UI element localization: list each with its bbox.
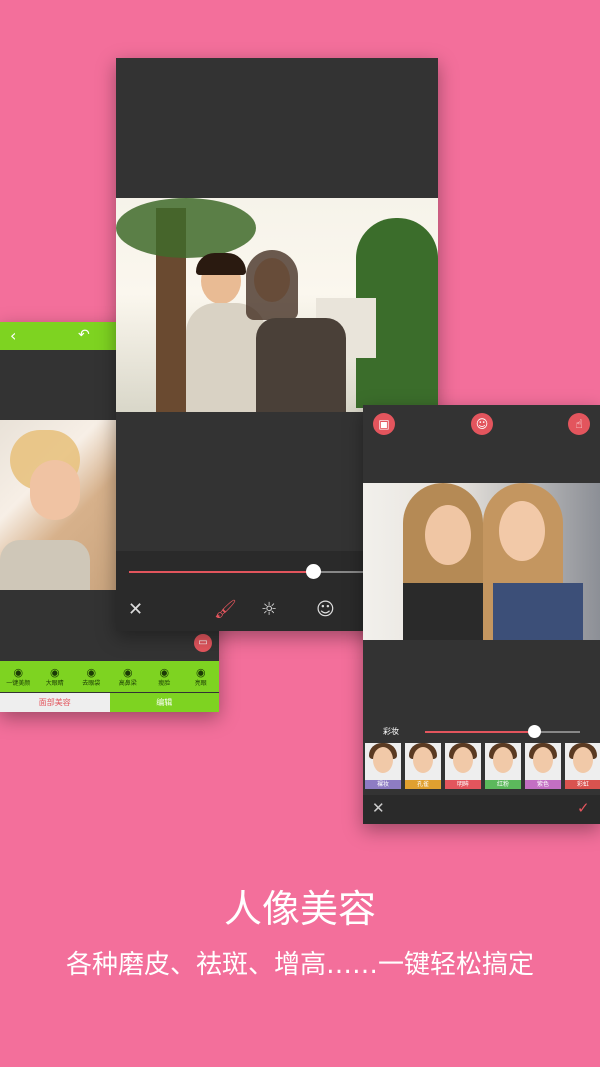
shirt-shape	[0, 540, 90, 590]
girl1-top	[403, 583, 483, 640]
subline: 各种磨皮、祛斑、增高……一键轻松搞定	[65, 950, 534, 980]
left-tool-label: 一键美颜	[6, 679, 31, 687]
center-photo	[116, 198, 438, 412]
face-icon: ◉	[13, 665, 24, 679]
makeup-thumbnail[interactable]: 孔雀	[405, 743, 441, 789]
left-tool-1[interactable]: ◉ 大眼睛	[37, 661, 74, 692]
left-tab-bar: 面部美容 编辑	[0, 693, 219, 712]
makeup-thumbnail-label: 明眸	[445, 780, 481, 789]
makeup-thumbnail-label: 裸妆	[365, 780, 401, 789]
left-tool-5[interactable]: ◉ 亮眼	[183, 661, 220, 692]
right-photo	[363, 483, 600, 640]
left-tool-label: 大眼睛	[45, 679, 64, 687]
face-slim-icon: ◉	[159, 665, 170, 679]
compare-icon[interactable]: ▭	[194, 634, 212, 652]
face-shape	[30, 460, 80, 520]
touch-icon[interactable]: ☝	[568, 413, 590, 435]
center-slider-fill	[129, 571, 313, 573]
makeup-thumbnail-label: 红粉	[485, 780, 521, 789]
center-slider-knob[interactable]	[306, 564, 321, 579]
eye-bright-icon: ◉	[195, 665, 206, 679]
makeup-thumbnail[interactable]: 裸妆	[365, 743, 401, 789]
right-slider-knob[interactable]	[528, 725, 541, 738]
left-tool-3[interactable]: ◉ 高鼻梁	[110, 661, 147, 692]
close-icon[interactable]: ✕	[128, 599, 143, 620]
makeup-thumbnail[interactable]: 彩虹	[565, 743, 600, 789]
woman-hair	[246, 250, 298, 320]
left-tool-row: ◉ 一键美颜 ◉ 大眼睛 ◉ 去眼袋 ◉ 高鼻梁 ◉ 瘦脸 ◉ 亮眼	[0, 661, 219, 692]
woman-top	[256, 318, 346, 412]
right-bottom-bar: ✕ ✓	[363, 795, 600, 824]
makeup-thumbnail[interactable]: 红粉	[485, 743, 521, 789]
girl2-shirt	[493, 583, 583, 640]
makeup-thumbnail-label: 紫色	[525, 780, 561, 789]
thumb-face	[453, 747, 473, 773]
eye-icon: ◉	[86, 665, 97, 679]
palm-leaves	[116, 198, 256, 258]
photo-check-icon[interactable]: ▣	[373, 413, 395, 435]
back-icon[interactable]: ‹	[10, 326, 16, 345]
makeup-thumbnail[interactable]: 明眸	[445, 743, 481, 789]
thumb-face	[493, 747, 513, 773]
thumb-face	[413, 747, 433, 773]
makeup-slider-label: 彩妆	[383, 727, 399, 736]
left-photo	[0, 420, 116, 590]
right-slider-fill	[425, 731, 534, 733]
man-hair	[196, 253, 246, 275]
eye-icon: ◉	[49, 665, 60, 679]
thumb-face	[373, 747, 393, 773]
confirm-icon[interactable]: ✓	[577, 799, 590, 817]
right-phone-screen: ▣ ☺ ☝ 彩妆 裸妆 孔雀 明眸 红粉 紫色 彩虹 ✕ ✓	[363, 405, 600, 824]
left-tab-1[interactable]: 编辑	[109, 693, 219, 712]
left-tool-label: 亮眼	[194, 679, 207, 687]
undo-icon[interactable]: ↶	[78, 327, 90, 343]
brush-icon[interactable]: 🖌	[214, 599, 237, 620]
thumb-face	[573, 747, 593, 773]
makeup-thumbnail[interactable]: 紫色	[525, 743, 561, 789]
headline: 人像美容	[223, 887, 376, 931]
brightness-icon[interactable]: ☼	[261, 599, 277, 620]
left-tool-2[interactable]: ◉ 去眼袋	[73, 661, 110, 692]
nose-icon: ◉	[122, 665, 133, 679]
thumb-face	[533, 747, 553, 773]
left-tab-0[interactable]: 面部美容	[0, 693, 110, 712]
face-retouch-icon[interactable]: ☺	[471, 413, 493, 435]
girl2-face	[499, 501, 545, 561]
left-tool-0[interactable]: ◉ 一键美颜	[0, 661, 37, 692]
left-tool-4[interactable]: ◉ 瘦脸	[146, 661, 183, 692]
makeup-thumbnail-label: 孔雀	[405, 780, 441, 789]
left-tool-label: 高鼻梁	[118, 679, 137, 687]
left-tool-label: 去眼袋	[82, 679, 101, 687]
cancel-icon[interactable]: ✕	[372, 799, 385, 817]
girl1-face	[425, 505, 471, 565]
face-mask-icon[interactable]: ☺	[316, 599, 335, 620]
left-tool-label: 瘦脸	[158, 679, 171, 687]
makeup-thumbnail-label: 彩虹	[565, 780, 600, 789]
